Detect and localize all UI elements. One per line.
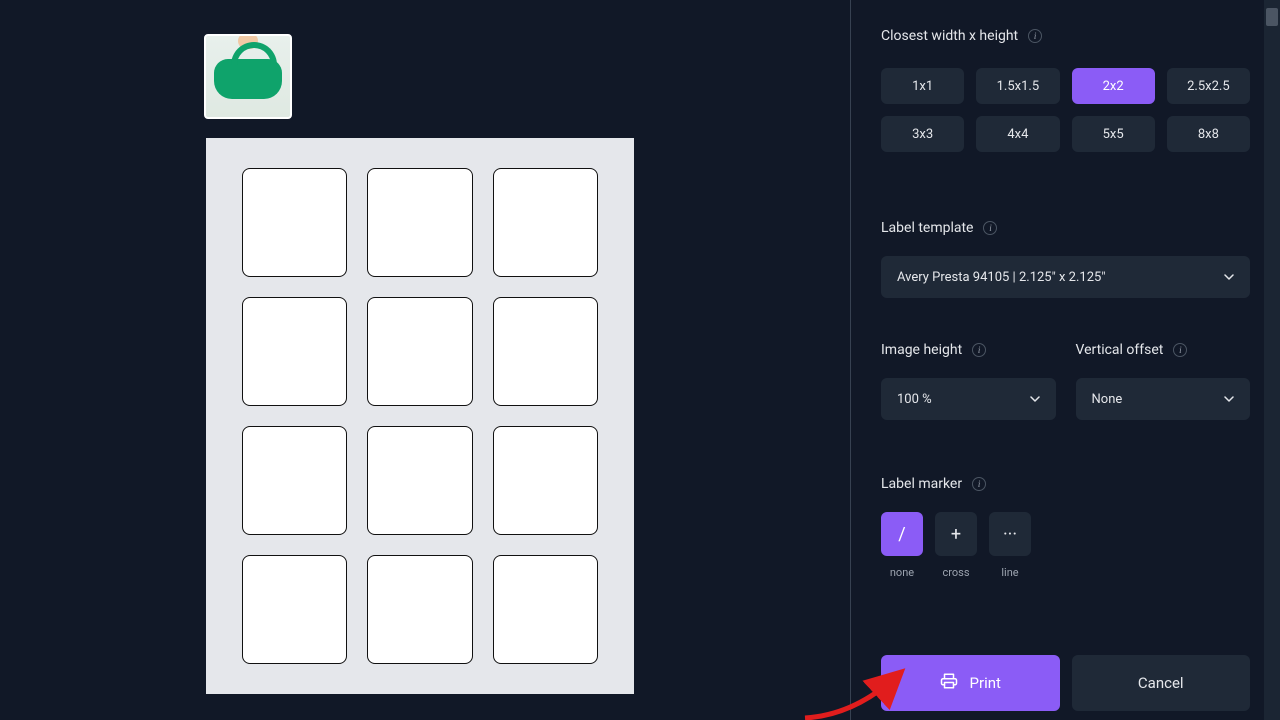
template-label: Label template i [881, 220, 1250, 236]
settings-panel: Closest width x height i 1x1 1.5x1.5 2x2 2.… [850, 0, 1280, 720]
label-cell [367, 168, 472, 277]
size-label: Closest width x height i [881, 28, 1250, 44]
label-cell [242, 297, 347, 406]
size-options: 1x1 1.5x1.5 2x2 2.5x2.5 3x3 4x4 5x5 8x8 [881, 68, 1250, 152]
label-cell [242, 555, 347, 664]
marker-button-cross[interactable]: + [935, 512, 977, 556]
label-cell [367, 426, 472, 535]
size-chip-1x1[interactable]: 1x1 [881, 68, 964, 104]
label-cell [493, 297, 598, 406]
marker-caption: cross [942, 566, 969, 579]
vertical-offset-select[interactable]: None [1076, 378, 1251, 420]
info-icon[interactable]: i [983, 221, 997, 235]
marker-option-line: ··· line [989, 512, 1031, 579]
info-icon[interactable]: i [972, 343, 986, 357]
marker-button-none[interactable]: / [881, 512, 923, 556]
info-icon[interactable]: i [1173, 343, 1187, 357]
size-chip-8x8[interactable]: 8x8 [1167, 116, 1250, 152]
product-thumbnail[interactable] [204, 34, 292, 119]
size-chip-3x3[interactable]: 3x3 [881, 116, 964, 152]
info-icon[interactable]: i [1028, 29, 1042, 43]
marker-option-cross: + cross [935, 512, 977, 579]
size-chip-2x2[interactable]: 2x2 [1072, 68, 1155, 104]
vertical-offset-label: Vertical offset i [1076, 342, 1251, 358]
label-cell [242, 168, 347, 277]
info-icon[interactable]: i [972, 477, 986, 491]
label-cell [493, 168, 598, 277]
label-cell [367, 555, 472, 664]
template-select[interactable]: Avery Presta 94105 | 2.125" x 2.125" [881, 256, 1250, 298]
label-cell [493, 426, 598, 535]
label-cell [493, 555, 598, 664]
label-cell [367, 297, 472, 406]
marker-caption: line [1001, 566, 1018, 579]
image-height-label: Image height i [881, 342, 1056, 358]
size-chip-1_5x1_5[interactable]: 1.5x1.5 [976, 68, 1059, 104]
product-image [206, 36, 290, 117]
print-icon [940, 672, 958, 694]
marker-option-none: / none [881, 512, 923, 579]
scrollbar[interactable] [1264, 0, 1280, 720]
image-height-select[interactable]: 100 % [881, 378, 1056, 420]
label-cell [242, 426, 347, 535]
scrollbar-thumb[interactable] [1266, 8, 1278, 26]
cancel-button[interactable]: Cancel [1072, 655, 1251, 711]
preview-pane [0, 0, 850, 720]
marker-button-line[interactable]: ··· [989, 512, 1031, 556]
label-sheet-preview [206, 138, 634, 694]
size-chip-5x5[interactable]: 5x5 [1072, 116, 1155, 152]
print-button[interactable]: Print [881, 655, 1060, 711]
marker-label: Label marker i [881, 476, 1250, 492]
size-chip-4x4[interactable]: 4x4 [976, 116, 1059, 152]
marker-caption: none [890, 566, 914, 579]
chevron-down-icon [1224, 272, 1234, 282]
chevron-down-icon [1030, 394, 1040, 404]
chevron-down-icon [1224, 394, 1234, 404]
size-chip-2_5x2_5[interactable]: 2.5x2.5 [1167, 68, 1250, 104]
